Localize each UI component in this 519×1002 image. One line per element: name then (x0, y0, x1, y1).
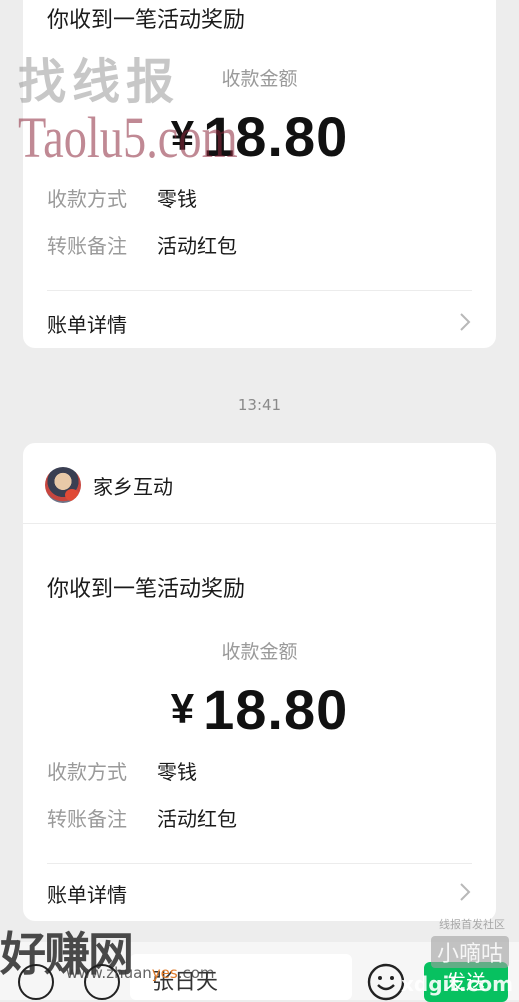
amount-number: 18.80 (203, 105, 349, 168)
row-value: 活动红包 (157, 807, 237, 831)
chevron-right-icon (460, 313, 471, 331)
currency-symbol: ¥ (170, 112, 196, 159)
amount-label: 收款金额 (221, 68, 298, 90)
divider (23, 523, 496, 524)
emoji-panel-icon[interactable] (84, 964, 120, 1000)
payment-method-row: 收款方式 零钱 (47, 183, 197, 212)
transfer-note-row: 转账备注 活动红包 (47, 803, 237, 832)
divider (47, 290, 472, 291)
amount-value: ¥18.80 (23, 104, 496, 169)
card-title: 你收到一笔活动奖励 (47, 577, 246, 602)
chat-input-bar: 张日天 发送 (0, 942, 519, 1002)
row-key: 收款方式 (47, 760, 127, 784)
sender-name: 家乡互动 (93, 474, 173, 499)
bill-details-link[interactable]: 账单详情 (47, 879, 474, 908)
amount-number: 18.80 (203, 678, 349, 741)
amount-label: 收款金额 (221, 641, 298, 663)
bill-details-label: 账单详情 (47, 883, 127, 907)
chat-timestamp: 13:41 (237, 396, 282, 414)
amount-value: ¥18.80 (23, 677, 496, 742)
payment-card-1: 你收到一笔活动奖励 收款金额 ¥18.80 收款方式 零钱 转账备注 活动红包 账单… (23, 0, 496, 348)
bill-details-link[interactable]: 账单详情 (47, 309, 474, 338)
row-key: 收款方式 (47, 187, 127, 211)
row-key: 转账备注 (47, 807, 127, 831)
card-title: 你收到一笔活动奖励 (47, 8, 246, 33)
row-value: 活动红包 (157, 234, 237, 258)
message-input-text: 张日天 (152, 970, 219, 995)
row-value: 零钱 (157, 187, 197, 211)
transfer-note-row: 转账备注 活动红包 (47, 230, 237, 259)
payment-card-2[interactable]: 家乡互动 你收到一笔活动奖励 收款金额 ¥18.80 收款方式 零钱 转账备注 活动… (23, 443, 496, 921)
currency-symbol: ¥ (170, 685, 196, 732)
message-input[interactable]: 张日天 (130, 954, 352, 1000)
divider (47, 863, 472, 864)
voice-icon[interactable] (18, 964, 54, 1000)
emoji-icon[interactable] (366, 962, 406, 1002)
chevron-right-icon (460, 883, 471, 901)
row-value: 零钱 (157, 760, 197, 784)
row-key: 转账备注 (47, 234, 127, 258)
bill-details-label: 账单详情 (47, 313, 127, 337)
avatar (45, 467, 81, 503)
payment-method-row: 收款方式 零钱 (47, 756, 197, 785)
send-button[interactable]: 发送 (424, 962, 508, 1002)
sender-header: 家乡互动 (45, 465, 173, 505)
